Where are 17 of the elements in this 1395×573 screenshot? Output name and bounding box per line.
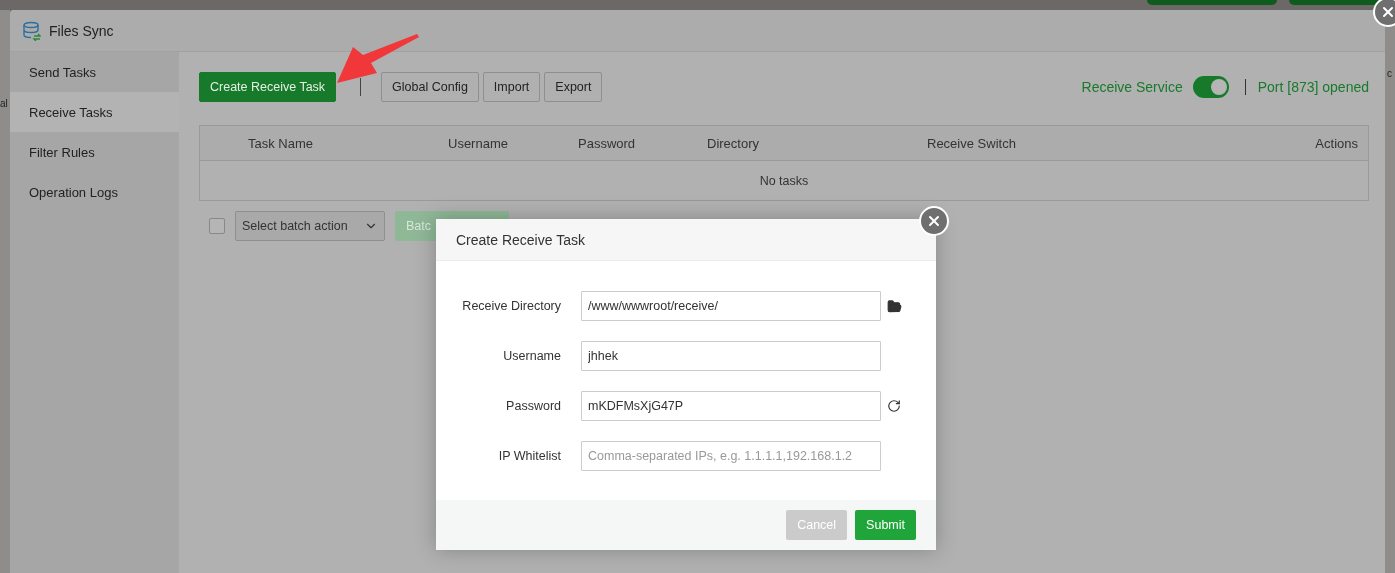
field-label: Password — [505, 399, 561, 413]
empty-message: No tasks — [759, 173, 809, 188]
field-label: Receive Directory — [461, 299, 561, 313]
column-header: Username — [448, 135, 509, 151]
dialog-title: Create Receive Task — [456, 231, 585, 248]
field-label: Username — [502, 349, 561, 363]
window-title: Files Sync — [49, 22, 114, 39]
column-header: Task Name — [248, 135, 315, 151]
column-header: Receive Switch — [927, 135, 1017, 151]
background-text: c — [1387, 68, 1393, 79]
port-status: Port [873] opened — [1257, 79, 1369, 95]
column-header: Password — [578, 135, 637, 151]
column-header: Actions — [1315, 135, 1359, 151]
field-label: IP Whitelist — [497, 449, 561, 463]
background-text: al — [0, 98, 9, 109]
service-label: Receive Service — [1081, 79, 1183, 95]
column-header: Directory — [707, 135, 760, 151]
